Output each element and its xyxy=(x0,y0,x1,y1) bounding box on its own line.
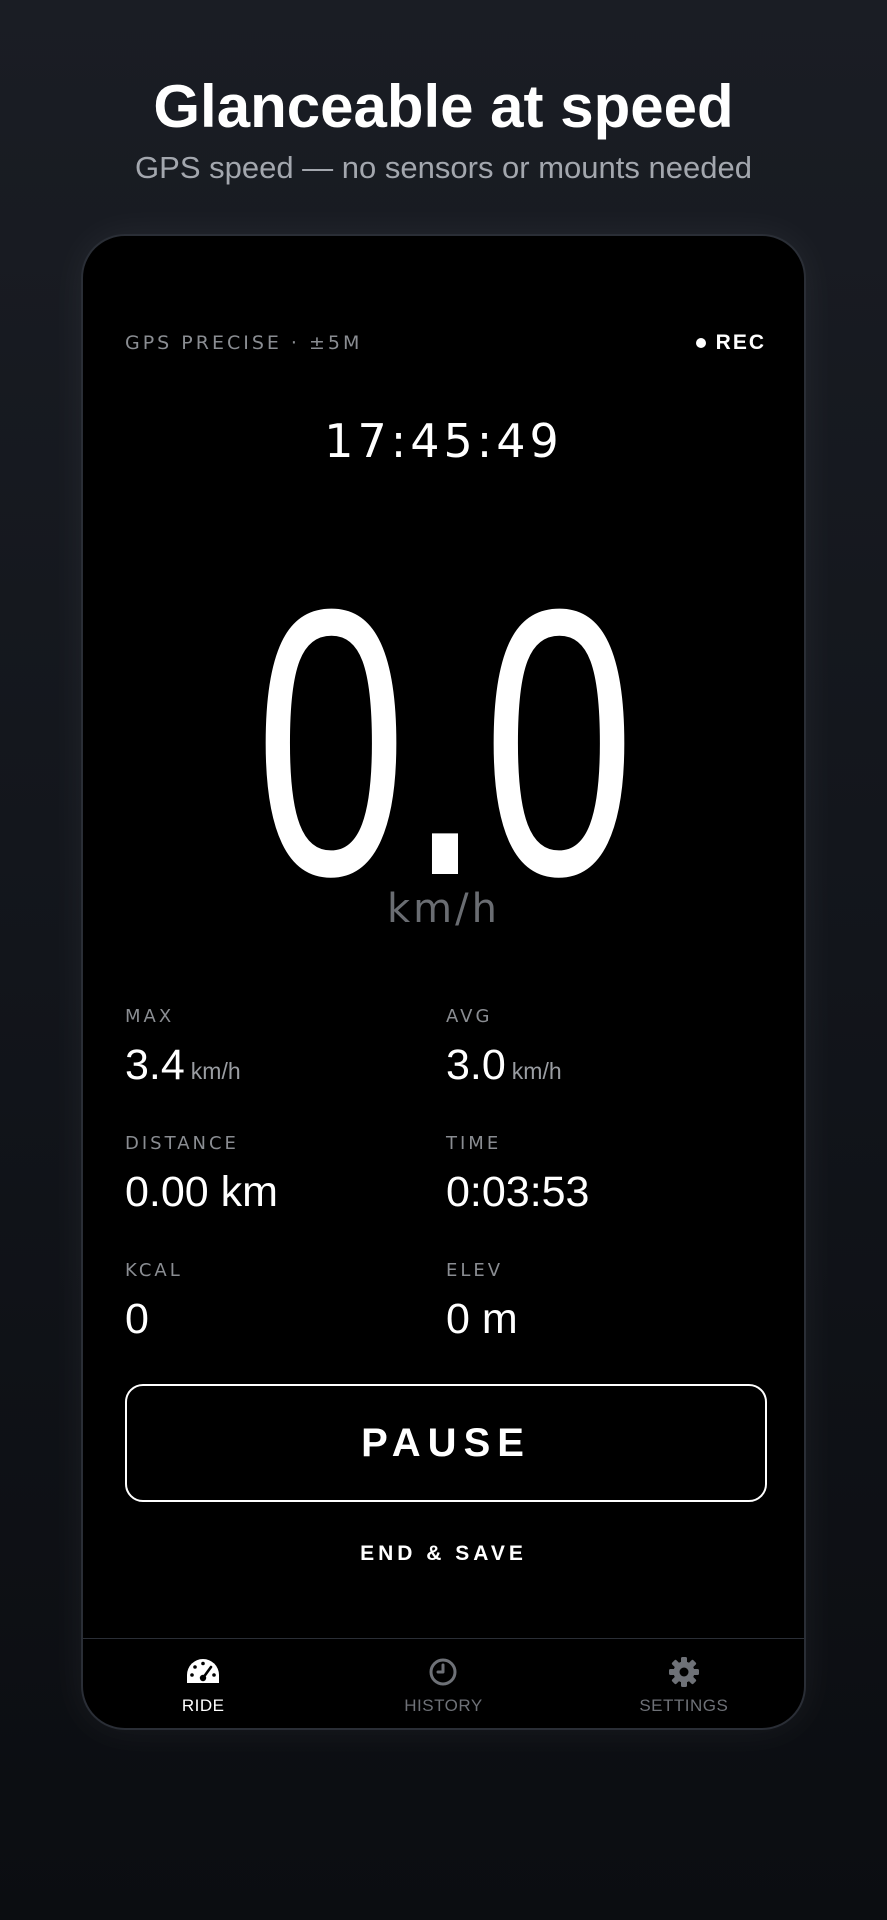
speed-readout: 0.0 xyxy=(255,530,635,955)
stat-value-row: 0 m xyxy=(446,1295,765,1344)
tab-history[interactable]: HISTORY xyxy=(323,1639,563,1728)
stat-value: 0 xyxy=(125,1295,149,1343)
stat-label: KCAL xyxy=(125,1260,183,1281)
stat-elev: ELEV 0 m xyxy=(446,1260,765,1357)
stat-value: 0:03:53 xyxy=(446,1168,590,1216)
clock-icon xyxy=(429,1658,457,1685)
stat-value-row: 3.0 km/h xyxy=(446,1041,765,1090)
stat-label: MAX xyxy=(125,1006,175,1027)
rec-label: REC xyxy=(715,331,766,354)
tab-settings[interactable]: SETTINGS xyxy=(564,1639,804,1728)
stat-label: DISTANCE xyxy=(125,1133,239,1154)
stat-label: TIME xyxy=(446,1133,502,1154)
bottom-tab-bar: RIDE HISTORY SETTINGS xyxy=(83,1638,804,1728)
stat-value: 0.00 km xyxy=(125,1168,278,1216)
stat-avg: AVG 3.0 km/h xyxy=(446,1006,765,1103)
stat-time: TIME 0:03:53 xyxy=(446,1133,765,1230)
current-time: 17:45:49 xyxy=(324,414,563,468)
stats-grid: MAX 3.4 km/h AVG 3.0 km/h DISTANCE 0.00 … xyxy=(125,1006,765,1357)
stat-value-row: 0 xyxy=(125,1295,446,1344)
gps-precision-label: GPS PRECISE · ±5M xyxy=(125,332,363,354)
stat-value: 0 m xyxy=(446,1295,518,1343)
tab-label: RIDE xyxy=(181,1695,225,1715)
stat-value: 3.0 xyxy=(446,1041,506,1089)
headline: Glanceable at speed xyxy=(153,73,734,140)
stat-value-row: 3.4 km/h xyxy=(125,1041,446,1090)
tab-label: SETTINGS xyxy=(639,1695,729,1715)
stat-unit: km/h xyxy=(511,1058,562,1084)
stat-max: MAX 3.4 km/h xyxy=(125,1006,446,1103)
end-save-button[interactable]: END & SAVE xyxy=(83,1542,804,1566)
pause-button[interactable]: PAUSE xyxy=(125,1384,767,1502)
speed-unit: km/h xyxy=(387,886,500,932)
stat-label: ELEV xyxy=(446,1260,504,1281)
stat-value: 3.4 xyxy=(125,1041,185,1089)
stat-kcal: KCAL 0 xyxy=(125,1260,446,1357)
subheadline: GPS speed — no sensors or mounts needed xyxy=(135,150,752,185)
stat-value-row: 0:03:53 xyxy=(446,1168,765,1217)
stat-unit: km/h xyxy=(190,1058,241,1084)
rec-dot-icon xyxy=(695,338,706,348)
gear-icon xyxy=(668,1656,699,1687)
speedometer-icon xyxy=(187,1658,220,1683)
recording-indicator: REC xyxy=(695,331,766,355)
status-row: GPS PRECISE · ±5M REC xyxy=(125,328,766,358)
tab-label: HISTORY xyxy=(404,1695,483,1715)
tab-ride[interactable]: RIDE xyxy=(83,1639,323,1728)
phone-screen: GPS PRECISE · ±5M REC 17:45:49 0.0 km/h … xyxy=(81,234,806,1730)
stat-label: AVG xyxy=(446,1006,493,1027)
stat-distance: DISTANCE 0.00 km xyxy=(125,1133,446,1230)
stat-value-row: 0.00 km xyxy=(125,1168,446,1217)
